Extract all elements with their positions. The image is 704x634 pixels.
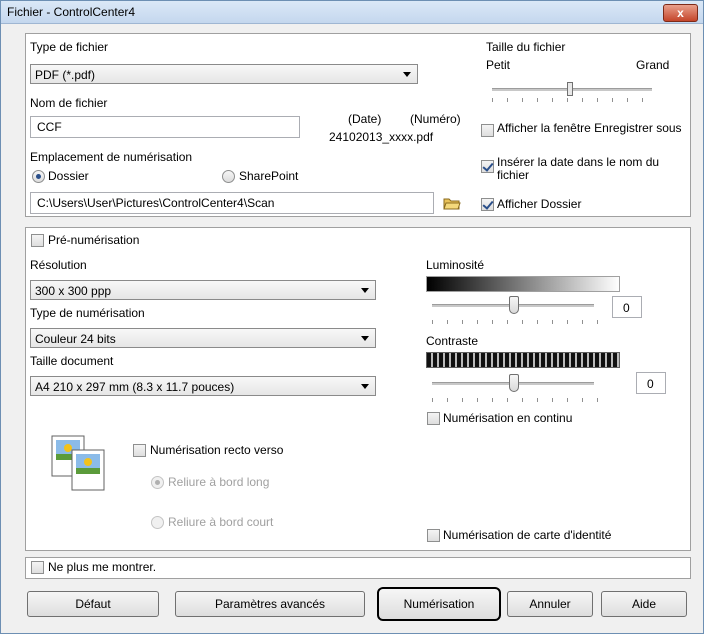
duplex-scan-checkbox[interactable] [133,444,146,457]
contrast-value-field[interactable]: 0 [636,372,666,394]
file-size-large-label: Grand [636,58,670,72]
brightness-value: 0 [623,301,630,315]
sharepoint-radio-label: SharePoint [239,169,299,183]
duplex-scan-label: Numérisation recto verso [150,443,284,457]
chevron-down-icon [361,336,369,341]
resolution-value: 300 x 300 ppp [35,284,112,298]
prescan-checkbox[interactable] [31,234,44,247]
default-button[interactable]: Défaut [27,591,159,617]
show-folder-label: Afficher Dossier [497,197,582,211]
file-name-label: Nom de fichier [30,96,108,110]
doc-size-value: A4 210 x 297 mm (8.3 x 11.7 pouces) [35,380,235,394]
brightness-ticks [432,320,598,324]
scan-path-field[interactable] [30,192,434,214]
dont-show-panel: Ne plus me montrer. [25,557,691,579]
insert-date-label: Insérer la date dans le nom du fichier [497,155,660,182]
brightness-value-field[interactable]: 0 [612,296,642,318]
location-label: Emplacement de numérisation [30,150,193,164]
contrast-slider-thumb[interactable] [509,374,519,392]
file-size-label: Taille du fichier [486,40,566,54]
prescan-label: Pré-numérisation [48,233,140,247]
resolution-label: Résolution [30,258,87,272]
insert-date-checkbox[interactable] [481,160,494,173]
file-type-label: Type de fichier [30,40,109,54]
doc-size-select[interactable]: A4 210 x 297 mm (8.3 x 11.7 pouces) [30,376,376,396]
close-button[interactable]: x [663,4,698,22]
file-name-input[interactable] [31,117,299,137]
file-name-preview: 24102013_xxxx.pdf [329,130,434,144]
date-label: (Date) [348,112,382,126]
close-icon: x [677,6,684,20]
file-name-field[interactable] [30,116,300,138]
continuous-scan-checkbox[interactable] [427,412,440,425]
scan-type-value: Couleur 24 bits [35,332,116,346]
title-bar: Fichier - ControlCenter4 x [1,1,703,24]
file-type-value: PDF (*.pdf) [35,68,96,82]
short-edge-binding-label: Reliure à bord court [168,515,274,529]
scan-button[interactable]: Numérisation [377,587,501,621]
contrast-ticks [432,398,598,402]
button-bar: Défaut Paramètres avancés Numérisation A… [25,587,691,627]
folder-radio[interactable] [32,170,45,183]
show-save-window-checkbox[interactable] [481,124,494,137]
brightness-slider-thumb[interactable] [509,296,519,314]
dont-show-label: Ne plus me montrer. [48,560,157,574]
brightness-label: Luminosité [426,258,485,272]
dont-show-checkbox[interactable] [31,561,44,574]
file-size-slider-thumb[interactable] [566,82,573,96]
file-settings-panel: Type de fichier PDF (*.pdf) Taille du fi… [25,33,691,217]
contrast-value: 0 [647,377,654,391]
scan-type-label: Type de numérisation [30,306,145,320]
sharepoint-radio[interactable] [222,170,235,183]
window-title: Fichier - ControlCenter4 [7,5,136,19]
chevron-down-icon [403,72,411,77]
show-save-window-label: Afficher la fenêtre Enregistrer sous [497,121,682,135]
file-type-select[interactable]: PDF (*.pdf) [30,64,418,84]
long-edge-binding-label: Reliure à bord long [168,475,270,489]
folder-radio-label: Dossier [48,169,89,183]
help-button[interactable]: Aide [601,591,687,617]
long-edge-binding-radio[interactable] [151,476,164,489]
chevron-down-icon [361,288,369,293]
dialog-window: Fichier - ControlCenter4 x Type de fichi… [0,0,704,634]
contrast-pattern-bar [426,352,620,368]
doc-size-label: Taille document [30,354,114,368]
file-size-small-label: Petit [486,58,511,72]
id-card-scan-label: Numérisation de carte d'identité [443,528,612,542]
chevron-down-icon [361,384,369,389]
scan-type-select[interactable]: Couleur 24 bits [30,328,376,348]
brightness-gradient-bar [426,276,620,292]
id-card-scan-checkbox[interactable] [427,529,440,542]
continuous-scan-label: Numérisation en continu [443,411,573,425]
show-folder-checkbox[interactable] [481,198,494,211]
scan-settings-panel: Pré-numérisation Résolution 300 x 300 pp… [25,227,691,551]
folder-browse-icon[interactable] [443,196,461,210]
scan-path-input[interactable] [31,193,433,213]
resolution-select[interactable]: 300 x 300 ppp [30,280,376,300]
file-size-ticks [492,98,654,102]
advanced-settings-button[interactable]: Paramètres avancés [175,591,365,617]
contrast-label: Contraste [426,334,479,348]
cancel-button[interactable]: Annuler [507,591,593,617]
number-label: (Numéro) [410,112,461,126]
short-edge-binding-radio[interactable] [151,516,164,529]
duplex-document-icon [50,434,108,492]
